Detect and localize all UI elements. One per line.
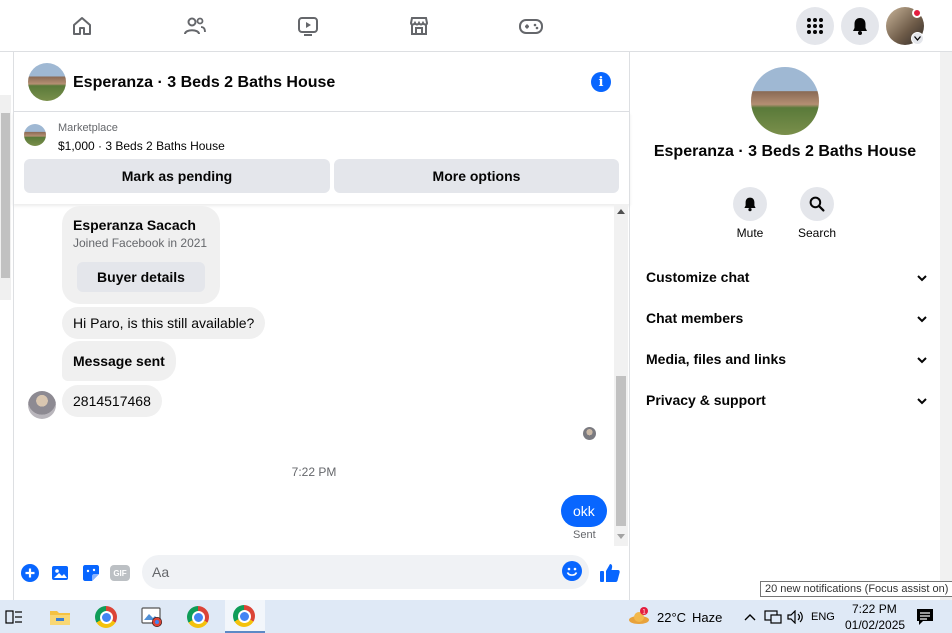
message-input[interactable]: [142, 555, 589, 589]
message-bubble[interactable]: 2814517468: [62, 385, 162, 417]
chat-avatar[interactable]: [28, 63, 66, 101]
home-icon[interactable]: [68, 12, 96, 40]
gaming-icon[interactable]: [517, 12, 545, 40]
notifications-bell-icon[interactable]: [841, 7, 879, 45]
listing-price-title[interactable]: $1,000 · 3 Beds 2 Baths House: [58, 139, 225, 153]
clock-date[interactable]: 01/02/2025: [845, 618, 905, 632]
row-label: Privacy & support: [646, 392, 766, 408]
chat-members-row[interactable]: Chat members: [646, 310, 928, 334]
add-plus-icon[interactable]: [20, 563, 40, 583]
scroll-down-arrow-icon[interactable]: [617, 534, 625, 539]
panel-avatar[interactable]: [751, 67, 819, 135]
task-view-icon[interactable]: [2, 605, 26, 629]
search-icon[interactable]: [800, 187, 834, 221]
message-timestamp: 7:22 PM: [291, 465, 337, 479]
sticker-icon[interactable]: [81, 563, 101, 583]
mark-as-pending-button[interactable]: Mark as pending: [24, 159, 330, 193]
chat-title[interactable]: Esperanza · 3 Beds 2 Baths House: [73, 74, 335, 92]
marketplace-icon[interactable]: [405, 12, 433, 40]
privacy-support-row[interactable]: Privacy & support: [646, 392, 928, 416]
volume-icon[interactable]: [784, 605, 808, 629]
info-icon[interactable]: i: [591, 72, 611, 92]
chrome-active-icon: [233, 605, 255, 627]
search-action[interactable]: Search: [787, 187, 847, 240]
chrome-icon[interactable]: [94, 605, 118, 629]
message-thread: Esperanza Sacach Joined Facebook in 2021…: [13, 204, 630, 546]
chat-scrollbar[interactable]: [614, 204, 628, 546]
windows-taskbar: 1 22°C Haze ENG 7:22 PM 01/02/2025: [0, 600, 952, 633]
chrome-profile-icon[interactable]: [186, 605, 210, 629]
left-scroll-thumb[interactable]: [1, 113, 10, 278]
mute-label: Mute: [736, 226, 764, 240]
chevron-down-icon: [916, 353, 928, 369]
chevron-down-icon: [916, 271, 928, 287]
emoji-icon[interactable]: [562, 561, 582, 581]
gif-label: GIF: [110, 565, 130, 581]
my-message-bubble[interactable]: okk: [561, 495, 607, 527]
weather-temperature[interactable]: 22°C: [657, 610, 686, 625]
chat-details-panel: Esperanza · 3 Beds 2 Baths House Mute Se…: [630, 52, 940, 600]
left-scrollbar[interactable]: [0, 95, 11, 300]
message-bubble[interactable]: Hi Paro, is this still available?: [62, 307, 266, 339]
buyer-joined: Joined Facebook in 2021: [73, 236, 208, 250]
weather-description[interactable]: Haze: [692, 610, 722, 625]
action-center-icon[interactable]: [913, 605, 937, 629]
listing-thumbnail[interactable]: [24, 124, 46, 146]
video-icon[interactable]: [294, 12, 322, 40]
photos-app-icon[interactable]: [140, 605, 164, 629]
marketplace-listing-bar: Marketplace $1,000 · 3 Beds 2 Baths Hous…: [13, 112, 630, 204]
gif-icon[interactable]: GIF: [110, 563, 130, 583]
chevron-down-icon: [916, 394, 928, 410]
media-files-links-row[interactable]: Media, files and links: [646, 351, 928, 375]
show-hidden-icons-chevron-icon[interactable]: [738, 605, 762, 629]
panel-chat-name: Esperanza · 3 Beds 2 Baths House: [653, 143, 917, 160]
row-label: Media, files and links: [646, 351, 787, 367]
file-explorer-icon[interactable]: [48, 605, 72, 629]
notification-tooltip: 20 new notifications (Focus assist on): [760, 581, 952, 597]
scroll-up-arrow-icon[interactable]: [617, 209, 625, 214]
mute-action[interactable]: Mute: [720, 187, 780, 240]
more-options-button[interactable]: More options: [334, 159, 619, 193]
buyer-details-button[interactable]: Buyer details: [77, 262, 205, 292]
marketplace-label: Marketplace: [58, 122, 118, 134]
message-bubble[interactable]: Message sent: [62, 341, 176, 381]
customize-chat-row[interactable]: Customize chat: [646, 269, 928, 293]
mute-bell-icon[interactable]: [733, 187, 767, 221]
chat-scroll-thumb[interactable]: [616, 376, 626, 526]
row-label: Chat members: [646, 310, 744, 326]
row-label: Customize chat: [646, 269, 750, 285]
menu-grid-icon[interactable]: [796, 7, 834, 45]
account-chevron-icon[interactable]: [911, 32, 924, 45]
notification-dot: [912, 8, 922, 18]
buyer-name: Esperanza Sacach: [73, 217, 196, 233]
page-scrollbar[interactable]: [940, 52, 952, 600]
seen-indicator-avatar: [583, 427, 596, 440]
sender-avatar[interactable]: [28, 391, 56, 419]
message-composer: GIF: [13, 546, 630, 600]
top-navigation: [0, 0, 952, 52]
sent-status: Sent: [573, 529, 596, 541]
chevron-down-icon: [916, 312, 928, 328]
buyer-card: Esperanza Sacach Joined Facebook in 2021…: [62, 206, 220, 304]
clock-time[interactable]: 7:22 PM: [852, 602, 897, 616]
chat-header: Esperanza · 3 Beds 2 Baths House i: [13, 52, 630, 112]
input-language[interactable]: ENG: [811, 611, 835, 623]
like-thumb-icon[interactable]: [598, 561, 622, 585]
friends-icon[interactable]: [181, 12, 209, 40]
network-icon[interactable]: [761, 605, 785, 629]
weather-icon[interactable]: 1: [627, 605, 651, 629]
active-taskbar-item[interactable]: [225, 600, 265, 633]
photo-icon[interactable]: [51, 563, 71, 583]
search-label: Search: [797, 226, 837, 240]
